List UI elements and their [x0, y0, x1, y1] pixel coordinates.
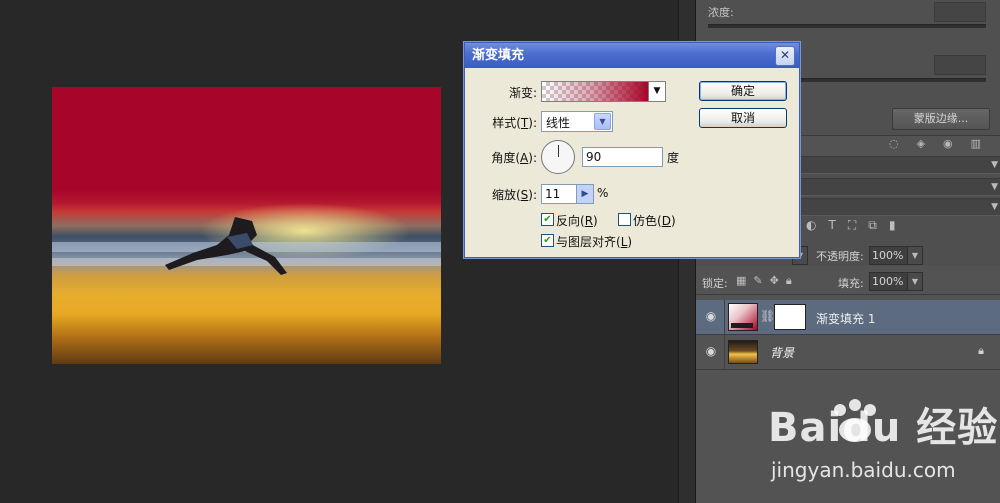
- visibility-icon[interactable]: ◉: [943, 137, 953, 153]
- opacity-input[interactable]: 100%: [869, 246, 909, 265]
- feather-field[interactable]: [934, 55, 986, 75]
- ok-button[interactable]: 确定: [699, 81, 787, 101]
- gradient-picker-dropdown[interactable]: ▼: [648, 81, 666, 102]
- reverse-checkbox[interactable]: ✔: [541, 213, 554, 226]
- apply-mask-icon[interactable]: ◈: [917, 137, 925, 153]
- gradient-fill-thumbnail[interactable]: [728, 303, 758, 331]
- layer-row-gradient-fill[interactable]: ◉ ⛓ 渐变填充 1: [696, 300, 1000, 335]
- gradient-fill-dialog: 渐变填充 ✕ 渐变: ▼ 样式(T): 线性 ▼ 角度(A): 90 度 缩放(…: [464, 42, 800, 258]
- opacity-dropdown[interactable]: ▼: [907, 246, 923, 265]
- lock-all-icon[interactable]: 🔒︎: [786, 274, 792, 288]
- lock-position-icon[interactable]: ✥: [770, 274, 779, 288]
- style-value: 线性: [546, 116, 571, 130]
- close-icon[interactable]: ✕: [775, 46, 795, 66]
- fill-input[interactable]: 100%: [869, 272, 909, 291]
- dither-checkbox[interactable]: [618, 213, 631, 226]
- gradient-label: 渐变:: [508, 86, 537, 100]
- gradient-preview[interactable]: [541, 81, 649, 102]
- layer-filter-icons: ◐ T ⛶ ⧉ ▮: [806, 218, 895, 233]
- layer-name[interactable]: 背景: [770, 344, 794, 361]
- document-canvas[interactable]: [52, 87, 441, 364]
- fill-dropdown[interactable]: ▼: [907, 272, 923, 291]
- angle-unit: 度: [667, 151, 680, 165]
- layer-name[interactable]: 渐变填充 1: [816, 310, 875, 327]
- density-slider[interactable]: [708, 24, 986, 28]
- lock-label: 锁定:: [702, 277, 728, 290]
- align-with-layer-checkbox[interactable]: ✔: [541, 234, 554, 247]
- adjustment-filter-icon[interactable]: ◐: [806, 218, 816, 233]
- eye-icon[interactable]: ◉: [704, 344, 718, 358]
- jumping-person-silhouette: [165, 217, 287, 275]
- dialog-titlebar[interactable]: 渐变填充 ✕: [465, 43, 799, 68]
- dither-label: 仿色(D): [633, 214, 676, 228]
- lock-transparency-icon[interactable]: ▦: [736, 274, 746, 288]
- type-filter-icon[interactable]: T: [828, 218, 835, 233]
- layer-row-background[interactable]: ◉ 背景 🔒︎: [696, 335, 1000, 370]
- scale-slider-toggle[interactable]: ▶: [576, 184, 594, 204]
- chevron-down-icon[interactable]: ▼: [594, 113, 611, 130]
- angle-dial[interactable]: [541, 140, 575, 174]
- filter-toggle-icon[interactable]: ▮: [889, 218, 896, 233]
- eye-icon[interactable]: ◉: [704, 309, 718, 323]
- density-field[interactable]: [934, 2, 986, 22]
- density-label: 浓度:: [708, 6, 734, 19]
- cancel-button[interactable]: 取消: [699, 108, 787, 128]
- properties-icon-row: ◌ ◈ ◉ ▥: [880, 137, 990, 153]
- shape-filter-icon[interactable]: ⛶: [848, 218, 856, 233]
- angle-label: 角度(A):: [491, 151, 537, 165]
- fill-label: 填充:: [838, 277, 864, 290]
- scale-unit: %: [597, 186, 609, 200]
- smart-object-filter-icon[interactable]: ⧉: [868, 218, 877, 233]
- scale-label: 缩放(S):: [491, 188, 537, 202]
- style-label: 样式(T):: [492, 116, 537, 130]
- watermark-url: jingyan.baidu.com: [771, 458, 956, 482]
- align-with-layer-label: 与图层对齐(L): [556, 235, 633, 249]
- layer-mask-thumbnail[interactable]: [774, 304, 806, 330]
- style-select[interactable]: 线性 ▼: [541, 111, 613, 132]
- scale-input[interactable]: 11: [541, 184, 577, 204]
- link-chain-icon[interactable]: ⛓: [760, 309, 775, 323]
- background-thumbnail[interactable]: [728, 340, 758, 364]
- dialog-title: 渐变填充: [472, 48, 525, 63]
- angle-input[interactable]: 90: [582, 147, 663, 167]
- mask-edge-button[interactable]: 蒙版边缘...: [892, 108, 990, 130]
- watermark-logo: Baidu 经验: [768, 405, 999, 451]
- lock-row: 锁定: ▦ ✎ ✥ 🔒︎ 填充: 100% ▼: [696, 270, 1000, 295]
- lock-icon: 🔒︎: [978, 344, 984, 357]
- reverse-label: 反向(R): [556, 214, 598, 228]
- trash-icon[interactable]: ▥: [971, 137, 981, 153]
- opacity-label: 不透明度:: [816, 250, 864, 263]
- lock-pixels-icon[interactable]: ✎: [753, 274, 762, 288]
- lock-icons: ▦ ✎ ✥ 🔒︎: [736, 274, 792, 288]
- selection-icon[interactable]: ◌: [889, 137, 899, 153]
